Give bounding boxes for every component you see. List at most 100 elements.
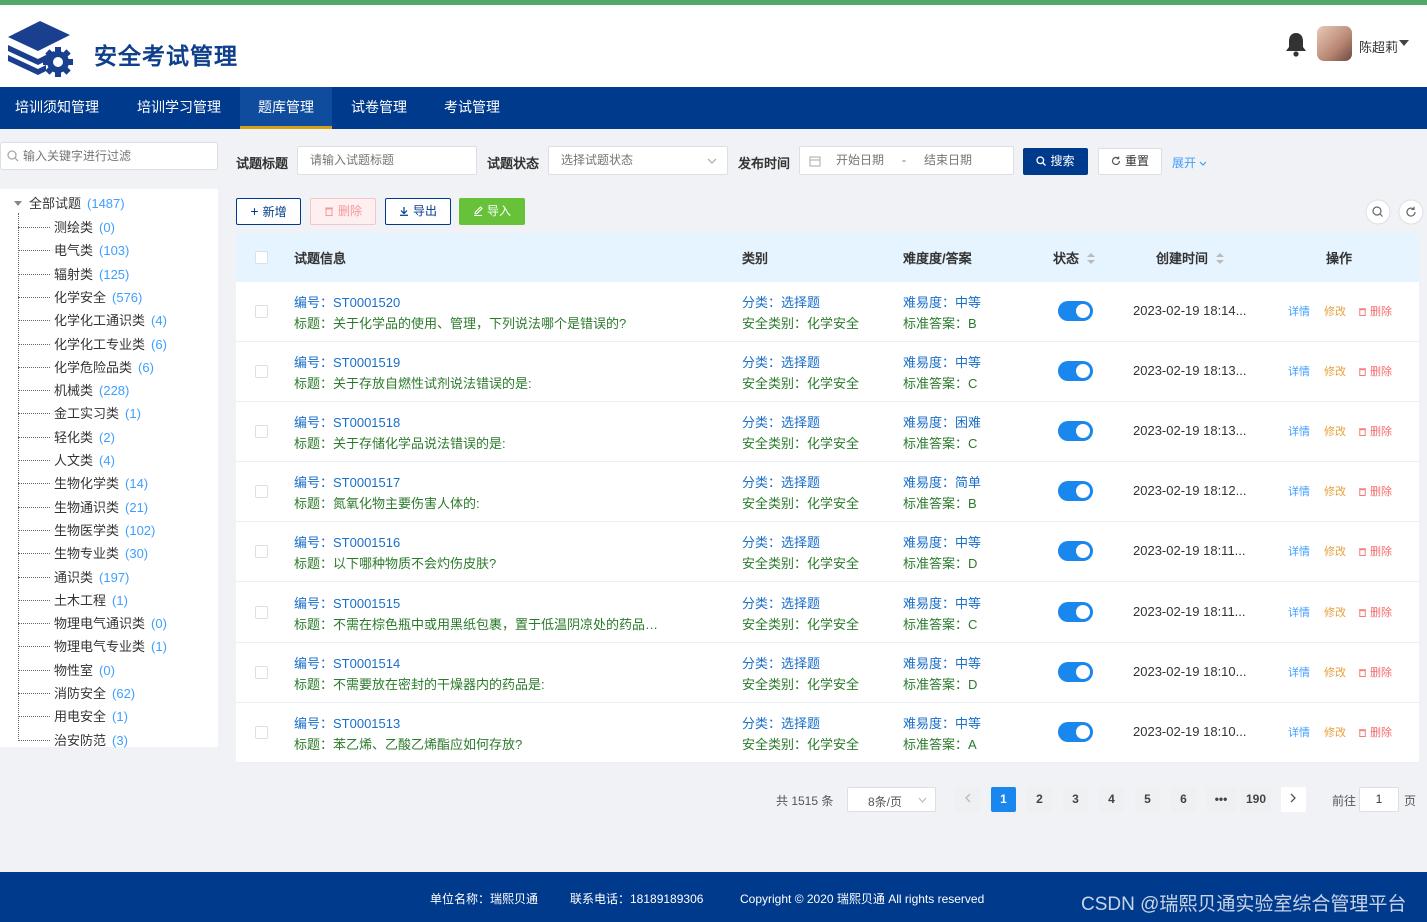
tree-item[interactable]: 土木工程 (1) [18, 590, 128, 608]
nav-item-exam[interactable]: 考试管理 [428, 87, 516, 129]
prev-page-button[interactable] [955, 787, 980, 812]
delete-link[interactable]: 删除 [1358, 303, 1392, 319]
tree-item[interactable]: 消防安全 (62) [18, 683, 135, 701]
tree-item[interactable]: 化学安全 (576) [18, 287, 142, 305]
detail-link[interactable]: 详情 [1288, 664, 1310, 680]
delete-link[interactable]: 删除 [1358, 724, 1392, 740]
detail-link[interactable]: 详情 [1288, 423, 1310, 439]
tree-item[interactable]: 化学危险品类 (6) [18, 357, 154, 375]
question-id[interactable]: 编号：ST0001518 [294, 412, 400, 431]
date-range-picker[interactable]: - [799, 146, 1014, 175]
edit-link[interactable]: 修改 [1324, 303, 1346, 319]
notification-bell-icon[interactable] [1284, 31, 1308, 57]
question-id[interactable]: 编号：ST0001516 [294, 532, 400, 551]
page-button[interactable]: 6 [1171, 787, 1196, 812]
tree-item[interactable]: 生物通识类 (21) [18, 497, 148, 515]
status-toggle[interactable] [1058, 421, 1093, 442]
date-end-input[interactable] [924, 153, 984, 167]
search-toggle-icon[interactable] [1365, 199, 1391, 225]
tree-item[interactable]: 机械类 (228) [18, 380, 129, 398]
category-filter-input[interactable] [23, 147, 213, 165]
user-avatar[interactable] [1317, 26, 1352, 61]
tree-item[interactable]: 生物化学类 (14) [18, 473, 148, 491]
status-toggle[interactable] [1058, 361, 1093, 382]
tree-root[interactable]: 全部试题 (1487) [14, 193, 125, 211]
detail-link[interactable]: 详情 [1288, 724, 1310, 740]
tree-item[interactable]: 测绘类 (0) [18, 217, 115, 235]
page-button[interactable]: 3 [1063, 787, 1088, 812]
question-id[interactable]: 编号：ST0001519 [294, 352, 400, 371]
row-checkbox[interactable] [255, 365, 268, 379]
sort-icon[interactable] [1215, 253, 1224, 264]
edit-link[interactable]: 修改 [1324, 604, 1346, 620]
nav-item-training-notice[interactable]: 培训须知管理 [0, 87, 114, 129]
col-header-created[interactable]: 创建时间 [1156, 248, 1224, 267]
detail-link[interactable]: 详情 [1288, 303, 1310, 319]
import-button[interactable]: 导入 [459, 198, 525, 225]
user-name[interactable]: 陈超莉 [1359, 37, 1398, 56]
delete-link[interactable]: 删除 [1358, 363, 1392, 379]
question-id[interactable]: 编号：ST0001520 [294, 292, 400, 311]
row-checkbox[interactable] [255, 485, 268, 499]
title-filter-input[interactable] [310, 153, 460, 167]
tree-item[interactable]: 用电安全 (1) [18, 706, 128, 724]
edit-link[interactable]: 修改 [1324, 363, 1346, 379]
page-button[interactable]: 2 [1027, 787, 1052, 812]
edit-link[interactable]: 修改 [1324, 483, 1346, 499]
delete-button[interactable]: 删除 [310, 198, 376, 225]
nav-item-training-study[interactable]: 培训学习管理 [122, 87, 236, 129]
question-id[interactable]: 编号：ST0001513 [294, 713, 400, 732]
tree-item[interactable]: 轻化类 (2) [18, 427, 115, 445]
page-button[interactable]: 1 [991, 787, 1016, 812]
tree-item[interactable]: 电气类 (103) [18, 240, 129, 258]
detail-link[interactable]: 详情 [1288, 363, 1310, 379]
export-button[interactable]: 导出 [385, 198, 451, 225]
title-filter-field[interactable] [297, 146, 477, 175]
status-filter-select[interactable] [548, 146, 728, 175]
nav-item-exam-paper[interactable]: 试卷管理 [336, 87, 422, 129]
user-menu-caret-icon[interactable] [1399, 40, 1409, 46]
page-button[interactable]: 5 [1135, 787, 1160, 812]
tree-item[interactable]: 治安防范 (3) [18, 730, 128, 748]
tree-item[interactable]: 辐射类 (125) [18, 264, 129, 282]
tree-item[interactable]: 化学化工专业类 (6) [18, 334, 167, 352]
question-id[interactable]: 编号：ST0001517 [294, 472, 400, 491]
status-toggle[interactable] [1058, 541, 1093, 562]
row-checkbox[interactable] [255, 545, 268, 559]
tree-item[interactable]: 物性室 (0) [18, 660, 115, 678]
add-button[interactable]: + 新增 [236, 198, 301, 225]
delete-link[interactable]: 删除 [1358, 664, 1392, 680]
detail-link[interactable]: 详情 [1288, 483, 1310, 499]
page-button[interactable]: 190 [1241, 787, 1271, 812]
edit-link[interactable]: 修改 [1324, 543, 1346, 559]
tree-item[interactable]: 通识类 (197) [18, 567, 129, 585]
detail-link[interactable]: 详情 [1288, 604, 1310, 620]
tree-item[interactable]: 生物医学类 (102) [18, 520, 155, 538]
row-checkbox[interactable] [255, 425, 268, 439]
row-checkbox[interactable] [255, 725, 268, 739]
tree-item[interactable]: 化学化工通识类 (4) [18, 310, 167, 328]
row-checkbox[interactable] [255, 605, 268, 619]
reset-button[interactable]: 重置 [1098, 148, 1162, 175]
search-button[interactable]: 搜索 [1023, 148, 1088, 175]
page-size-select[interactable]: 8条/页 [847, 787, 936, 812]
expand-filters-link[interactable]: 展开 [1172, 154, 1207, 171]
edit-link[interactable]: 修改 [1324, 664, 1346, 680]
row-checkbox[interactable] [255, 665, 268, 679]
delete-link[interactable]: 删除 [1358, 543, 1392, 559]
delete-link[interactable]: 删除 [1358, 483, 1392, 499]
sort-icon[interactable] [1086, 253, 1095, 264]
page-ellipsis[interactable]: ••• [1206, 787, 1236, 812]
tree-expand-arrow-icon[interactable] [14, 201, 22, 206]
question-id[interactable]: 编号：ST0001514 [294, 653, 400, 672]
nav-item-question-bank[interactable]: 题库管理 [240, 87, 332, 129]
status-filter-input[interactable] [561, 153, 691, 167]
tree-item[interactable]: 金工实习类 (1) [18, 403, 141, 421]
page-button[interactable]: 4 [1099, 787, 1124, 812]
tree-item[interactable]: 生物专业类 (30) [18, 543, 148, 561]
edit-link[interactable]: 修改 [1324, 724, 1346, 740]
tree-item[interactable]: 物理电气专业类 (1) [18, 636, 167, 654]
detail-link[interactable]: 详情 [1288, 543, 1310, 559]
refresh-table-icon[interactable] [1398, 199, 1424, 225]
date-start-input[interactable] [836, 153, 896, 167]
